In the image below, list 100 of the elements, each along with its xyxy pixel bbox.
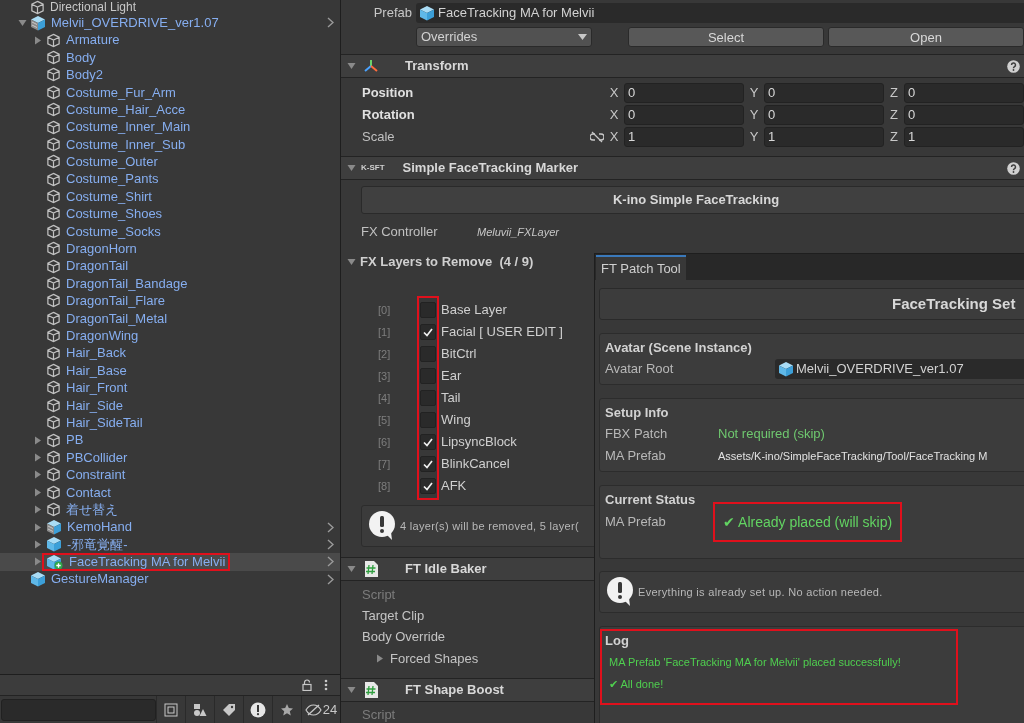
object-name[interactable]: Body	[66, 47, 96, 68]
object-name[interactable]: Directional Light	[50, 1, 137, 13]
chevron-right-icon[interactable]	[327, 17, 334, 29]
hidden-count-button[interactable]: 24	[301, 695, 340, 723]
object-name[interactable]: DragonTail	[66, 256, 129, 276]
select-button[interactable]: Select	[628, 27, 824, 47]
cube-plus-icon	[46, 553, 64, 570]
checkbox[interactable]	[420, 368, 436, 384]
object-name[interactable]: Costume_Shoes	[66, 204, 163, 224]
component-title: Transform	[405, 57, 469, 76]
checkbox-label: BlinkCancel	[441, 455, 511, 474]
cube-outline-icon	[46, 189, 61, 205]
lock-icon[interactable]	[302, 679, 312, 691]
object-name[interactable]: Costume_Outer	[66, 152, 158, 172]
object-name[interactable]: Costume_Socks	[66, 221, 161, 242]
object-name[interactable]: Body2	[66, 65, 103, 85]
component-title: FT Idle Baker	[405, 560, 487, 579]
prefab-field[interactable]: FaceTracking MA for Melvii	[416, 3, 1024, 23]
object-name[interactable]: DragonHorn	[66, 239, 137, 259]
path-text: Assets/K-ino/SimpleFaceTracking/Tool/FaceTracking M	[718, 448, 988, 464]
field-label: Body Override	[362, 630, 446, 645]
object-name[interactable]: Costume_Shirt	[66, 186, 152, 207]
index-label: [8]	[378, 478, 392, 494]
object-name[interactable]: DragonTail_Metal	[66, 308, 168, 329]
object-name[interactable]: Hair_Front	[66, 378, 128, 398]
object-name[interactable]: 着せ替え	[66, 499, 118, 520]
cube-outline-icon	[46, 119, 61, 135]
component-title: Simple FaceTracking Marker	[402, 159, 579, 178]
object-name[interactable]: GestureManager	[51, 569, 149, 589]
checkbox[interactable]	[420, 456, 436, 472]
object-name[interactable]: Armature	[66, 30, 120, 50]
striped-cube-icon	[46, 519, 62, 535]
field-label: Rotation	[361, 106, 416, 125]
object-name[interactable]: Costume_Fur_Arm	[66, 82, 176, 102]
object-name[interactable]: Hair_Back	[66, 343, 126, 363]
number-field[interactable]: 0	[904, 105, 1024, 125]
field-label: Scale	[361, 128, 396, 147]
selected-row[interactable]: FaceTracking MA for Melvii	[0, 553, 340, 571]
chevron-right-icon[interactable]	[327, 573, 334, 585]
overrides-dropdown[interactable]: Overrides	[416, 27, 592, 47]
number-field[interactable]: 0	[624, 105, 745, 125]
number-field[interactable]: 1	[764, 127, 885, 147]
object-name[interactable]: Constraint	[66, 465, 126, 485]
foldout-title[interactable]: FX Layers to Remove (4 / 9)	[360, 252, 534, 272]
cube-icon	[419, 5, 435, 21]
object-name[interactable]: KemoHand	[67, 517, 133, 537]
component-header[interactable]: K-SFT Simple FaceTracking Marker	[341, 156, 1024, 180]
number-field[interactable]: 0	[764, 105, 885, 125]
cube-outline-icon	[46, 502, 61, 518]
open-button[interactable]: Open	[828, 27, 1024, 47]
chevron-right-icon[interactable]	[327, 521, 334, 533]
log-line: MA Prefab 'FaceTracking MA for Melvii' placed successfully!	[608, 654, 902, 670]
chevron-right-icon[interactable]	[327, 538, 334, 550]
chevron-right-icon[interactable]	[327, 556, 334, 568]
object-name[interactable]: Costume_Inner_Main	[66, 117, 191, 137]
object-name[interactable]: DragonWing	[66, 326, 139, 346]
cube-outline-icon	[46, 293, 61, 309]
object-name[interactable]: PB	[66, 430, 84, 450]
cube-outline-icon	[46, 380, 61, 396]
cube-outline-icon	[46, 171, 61, 187]
object-field[interactable]: Melvii_OVERDRIVE_ver1.07	[775, 359, 1024, 379]
object-name[interactable]: Costume_Hair_Acce	[66, 99, 186, 120]
section-heading: Current Status	[605, 491, 697, 510]
foldout-title[interactable]: Forced Shapes	[390, 651, 479, 666]
object-name[interactable]: -邪竜覚醒-	[67, 534, 128, 555]
object-name[interactable]: Hair_Base	[66, 360, 127, 381]
checkbox[interactable]	[420, 412, 436, 428]
more-icon[interactable]	[324, 679, 328, 691]
checkbox[interactable]	[420, 324, 436, 340]
checkbox[interactable]	[420, 434, 436, 450]
help-icon[interactable]	[1007, 161, 1020, 175]
checkbox[interactable]	[420, 390, 436, 406]
eye-slash-icon	[304, 703, 322, 716]
object-name[interactable]: PBCollider	[66, 447, 128, 468]
number-field[interactable]: 0	[624, 83, 745, 103]
object-name[interactable]: Costume_Inner_Sub	[66, 134, 186, 155]
object-name[interactable]: Contact	[66, 482, 111, 502]
checkbox[interactable]	[420, 302, 436, 318]
foldout-arrow-icon[interactable]	[376, 654, 384, 664]
object-name[interactable]: DragonTail_Flare	[66, 291, 165, 311]
number-field[interactable]: 1	[624, 127, 745, 147]
object-name[interactable]: FaceTracking MA for Melvii	[69, 552, 226, 572]
object-name[interactable]: DragonTail_Bandage	[66, 273, 188, 294]
help-icon[interactable]	[1007, 59, 1020, 73]
checkbox-label: Base Layer	[441, 301, 508, 320]
primary-button[interactable]: K-ino Simple FaceTracking	[361, 186, 1024, 214]
axis-label: X	[608, 128, 620, 147]
foldout-arrow-icon[interactable]	[347, 258, 356, 266]
object-name[interactable]: Costume_Pants	[66, 169, 159, 189]
checkbox[interactable]	[420, 478, 436, 494]
component-header[interactable]: Transform	[341, 54, 1024, 78]
unlinked-icon[interactable]	[589, 131, 604, 143]
number-field[interactable]: 0	[904, 83, 1024, 103]
number-field[interactable]: 0	[764, 83, 885, 103]
help-text: 4 layer(s) will be removed, 5 layer(	[400, 518, 579, 534]
field-label: Script	[362, 708, 396, 723]
field-label: Prefab	[372, 4, 413, 23]
window-tab[interactable]: FT Patch Tool	[596, 255, 686, 280]
number-field[interactable]: 1	[904, 127, 1024, 147]
checkbox[interactable]	[420, 346, 436, 362]
